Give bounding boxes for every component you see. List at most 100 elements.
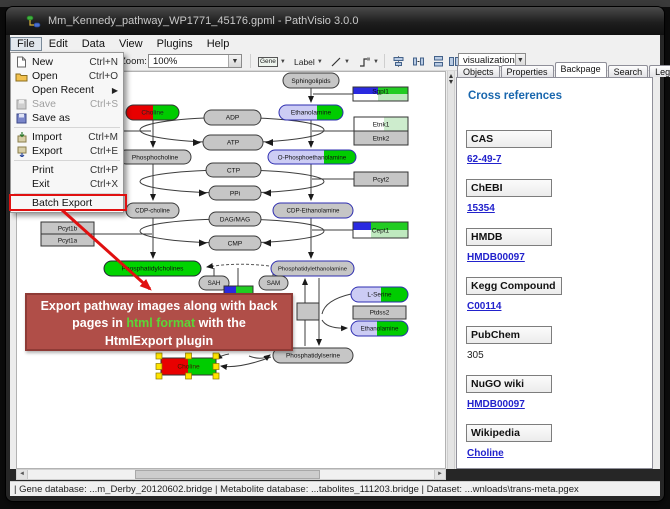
menu-item-print[interactable]: PrintCtrl+P bbox=[11, 163, 123, 177]
node-sgpl1[interactable]: Sgpl1 bbox=[353, 87, 408, 101]
stack-vertical-button[interactable] bbox=[432, 54, 445, 69]
svg-text:Pcyt1b: Pcyt1b bbox=[58, 226, 78, 233]
connector-tool-button[interactable]: ▼ bbox=[358, 54, 379, 69]
menu-item-save-as[interactable]: Save as bbox=[11, 111, 123, 125]
svg-text:CMP: CMP bbox=[228, 241, 243, 248]
node-ethanolamine-bottom[interactable]: Ethanolamine bbox=[351, 321, 408, 336]
node-cept1[interactable]: Cept1 bbox=[353, 222, 408, 238]
xref-link[interactable]: HMDB00097 bbox=[467, 399, 525, 410]
zoom-combo[interactable]: 100% ▼ bbox=[148, 54, 242, 68]
scroll-left-icon[interactable]: ◄ bbox=[17, 470, 28, 479]
line-tool-button[interactable]: ▼ bbox=[330, 54, 350, 69]
node-cmp[interactable]: CMP bbox=[209, 236, 261, 250]
tab-search[interactable]: Search bbox=[608, 65, 649, 77]
node-phosphatidylcholines[interactable]: Phosphatidylcholines bbox=[104, 261, 201, 276]
node-ppi[interactable]: PPi bbox=[209, 186, 261, 200]
node-adp[interactable]: ADP bbox=[204, 110, 261, 125]
svg-text:Etnk2: Etnk2 bbox=[373, 136, 390, 143]
node-atp[interactable]: ATP bbox=[203, 135, 263, 150]
open-folder-icon bbox=[14, 70, 29, 82]
node-dag-mag[interactable]: DAG/MAG bbox=[209, 212, 261, 226]
menu-item-open[interactable]: OpenCtrl+O bbox=[11, 69, 123, 83]
node-ptdss2[interactable]: Ptdss2 bbox=[353, 306, 406, 319]
panel-tabs: Objects Properties Backpage Search Legen… bbox=[457, 61, 670, 77]
node-cdp-choline[interactable]: CDP-choline bbox=[126, 203, 179, 218]
tab-properties[interactable]: Properties bbox=[501, 65, 554, 77]
title-bar[interactable]: Mm_Kennedy_pathway_WP1771_45176.gpml - P… bbox=[6, 7, 664, 35]
menu-plugins[interactable]: Plugins bbox=[150, 37, 200, 51]
chevron-down-icon[interactable]: ▼ bbox=[373, 59, 379, 65]
scroll-right-icon[interactable]: ► bbox=[434, 470, 445, 479]
node-cdp-ethanolamine[interactable]: CDP-Ethanolamine bbox=[273, 203, 353, 218]
xref-link[interactable]: 15354 bbox=[467, 203, 495, 214]
menu-separator bbox=[14, 127, 120, 128]
file-menu-popup: NewCtrl+N OpenCtrl+O Open Recent▶ SaveCt… bbox=[10, 52, 124, 213]
screenshot-root: Mm_Kennedy_pathway_WP1771_45176.gpml - P… bbox=[0, 0, 670, 509]
svg-text:Cept1: Cept1 bbox=[372, 228, 390, 235]
node-choline-selected[interactable]: Choline bbox=[161, 358, 216, 375]
node-ethanolamine-top[interactable]: Ethanolamine bbox=[279, 105, 343, 120]
svg-text:Ptdss2: Ptdss2 bbox=[370, 310, 390, 317]
panel-splitter[interactable] bbox=[447, 71, 455, 469]
svg-text:ATP: ATP bbox=[227, 140, 240, 147]
menu-help[interactable]: Help bbox=[200, 37, 237, 51]
xref-header: PubChem bbox=[466, 326, 552, 344]
node-sam[interactable]: SAM bbox=[259, 276, 288, 290]
align-center-button[interactable] bbox=[392, 54, 405, 69]
xref-header: Wikipedia bbox=[466, 424, 552, 442]
menu-item-import[interactable]: ImportCtrl+M bbox=[11, 130, 123, 144]
node-etnk2[interactable]: Etnk2 bbox=[354, 131, 408, 145]
distribute-horizontal-button[interactable] bbox=[412, 54, 425, 69]
node-phosphocholine[interactable]: Phosphocholine bbox=[119, 150, 191, 164]
label-tool-button[interactable]: Label▼ bbox=[294, 54, 323, 69]
cross-references-heading: Cross references bbox=[468, 90, 652, 102]
node-ctp[interactable]: CTP bbox=[206, 163, 261, 177]
node-pcyt1a[interactable]: Pcyt1a bbox=[41, 234, 94, 246]
splitter-expand-icon[interactable] bbox=[449, 80, 453, 84]
xref-link[interactable]: Choline bbox=[467, 448, 504, 459]
scrollbar-thumb[interactable] bbox=[135, 470, 320, 479]
menu-view[interactable]: View bbox=[112, 37, 150, 51]
tab-backpage[interactable]: Backpage bbox=[555, 62, 607, 77]
splitter-collapse-icon[interactable] bbox=[449, 74, 453, 78]
zoom-value: 100% bbox=[153, 56, 177, 67]
menu-item-export[interactable]: ExportCtrl+E bbox=[11, 144, 123, 158]
chevron-down-icon[interactable]: ▼ bbox=[317, 59, 323, 65]
xref-link[interactable]: C00114 bbox=[467, 301, 501, 312]
tab-legend[interactable]: Legend bbox=[649, 65, 670, 77]
node-pcyt2[interactable]: Pcyt2 bbox=[354, 172, 408, 186]
annotation-line3: HtmlExport plugin bbox=[27, 333, 291, 350]
backpage-content: Cross references CAS 62-49-7 ChEBI 15354… bbox=[456, 77, 653, 469]
svg-text:Ethanolamine: Ethanolamine bbox=[361, 326, 399, 333]
chevron-down-icon[interactable]: ▼ bbox=[344, 59, 350, 65]
menu-file[interactable]: File bbox=[10, 37, 42, 51]
node-choline-top[interactable]: Choline bbox=[126, 105, 179, 120]
node-pcyt1b[interactable]: Pcyt1b bbox=[41, 222, 94, 234]
node-o-phosphoethanolamine[interactable]: O-Phosphoethanolamine bbox=[268, 150, 356, 164]
menu-item-batch-export[interactable]: Batch Export bbox=[11, 196, 123, 210]
svg-text:Pcyt1a: Pcyt1a bbox=[58, 238, 78, 245]
node-sphingolipids[interactable]: Sphingolipids bbox=[283, 73, 339, 88]
annotation-line2: pages in html format with the bbox=[27, 315, 291, 332]
node-phosphatidylethanolamine[interactable]: Phosphatidylethanolamine bbox=[271, 261, 354, 276]
menu-item-save: SaveCtrl+S bbox=[11, 97, 123, 111]
svg-text:ADP: ADP bbox=[226, 115, 240, 122]
menu-item-open-recent[interactable]: Open Recent▶ bbox=[11, 83, 123, 97]
menu-item-exit[interactable]: ExitCtrl+X bbox=[11, 177, 123, 191]
node-l-serine[interactable]: L-Serine bbox=[351, 287, 408, 302]
xref-link[interactable]: 62-49-7 bbox=[467, 154, 501, 165]
xref-link[interactable]: HMDB00097 bbox=[467, 252, 525, 263]
menu-item-new[interactable]: NewCtrl+N bbox=[11, 55, 123, 69]
svg-text:SAH: SAH bbox=[208, 280, 221, 287]
gene-node-tool-button[interactable]: Gene▼ bbox=[258, 54, 286, 69]
toolbar-separator bbox=[384, 54, 385, 68]
horizontal-scrollbar[interactable]: ◄ ► bbox=[16, 469, 446, 480]
node-etnk1[interactable]: Etnk1 bbox=[354, 117, 408, 131]
chevron-down-icon[interactable]: ▼ bbox=[228, 55, 241, 67]
node-gene-partial[interactable] bbox=[297, 303, 319, 320]
menu-edit[interactable]: Edit bbox=[42, 37, 75, 51]
menu-data[interactable]: Data bbox=[75, 37, 112, 51]
svg-text:CDP-Ethanolamine: CDP-Ethanolamine bbox=[287, 208, 341, 215]
chevron-down-icon[interactable]: ▼ bbox=[280, 59, 286, 65]
tab-objects[interactable]: Objects bbox=[457, 65, 500, 77]
